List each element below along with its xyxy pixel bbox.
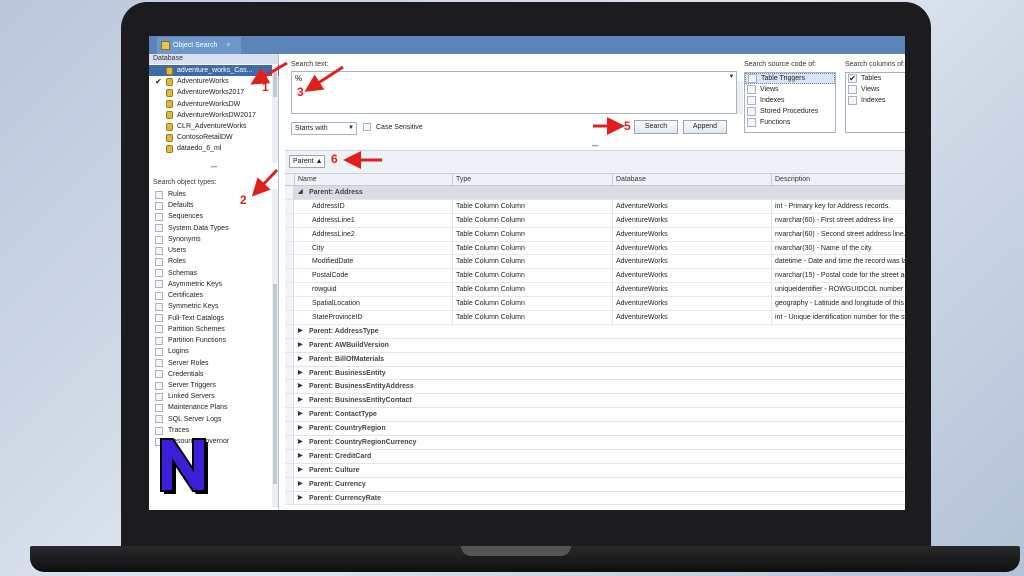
annotation-1: 1 xyxy=(262,80,269,94)
arrow-1 xyxy=(250,61,288,85)
annotation-5: 5 xyxy=(624,119,631,133)
annotation-3: 3 xyxy=(297,85,304,99)
annotation-arrows xyxy=(250,61,625,197)
annotation-2: 2 xyxy=(240,193,247,207)
arrow-2 xyxy=(251,168,279,197)
annotation-6: 6 xyxy=(331,152,338,166)
arrow-3 xyxy=(304,65,344,92)
